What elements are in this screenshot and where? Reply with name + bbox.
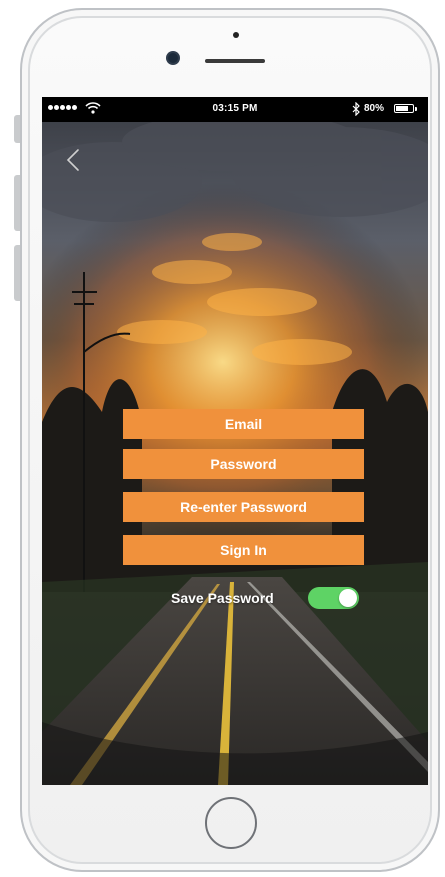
earpiece-speaker	[205, 59, 265, 63]
email-button[interactable]: Email	[123, 409, 364, 439]
battery-percent: 80%	[364, 103, 385, 114]
password-button[interactable]: Password	[123, 449, 364, 479]
phone-screen: 03:15 PM 80% Email Password Re-enter Pas…	[42, 97, 428, 785]
status-bar: 03:15 PM 80%	[42, 97, 428, 122]
volume-down-button	[14, 245, 20, 301]
chevron-left-icon[interactable]	[62, 147, 86, 173]
proximity-sensor	[233, 32, 239, 38]
front-camera	[168, 53, 178, 63]
battery-fill	[396, 106, 408, 111]
save-password-label: Save Password	[171, 590, 274, 606]
home-button[interactable]	[205, 797, 257, 849]
toggle-knob	[339, 589, 357, 607]
battery-tip	[415, 107, 417, 111]
save-password-toggle[interactable]	[308, 587, 359, 609]
reenter-password-button[interactable]: Re-enter Password	[123, 492, 364, 522]
volume-up-button	[14, 175, 20, 231]
sign-in-button[interactable]: Sign In	[123, 535, 364, 565]
mute-switch	[14, 115, 20, 143]
bluetooth-icon	[352, 102, 360, 116]
battery-icon	[394, 104, 414, 113]
